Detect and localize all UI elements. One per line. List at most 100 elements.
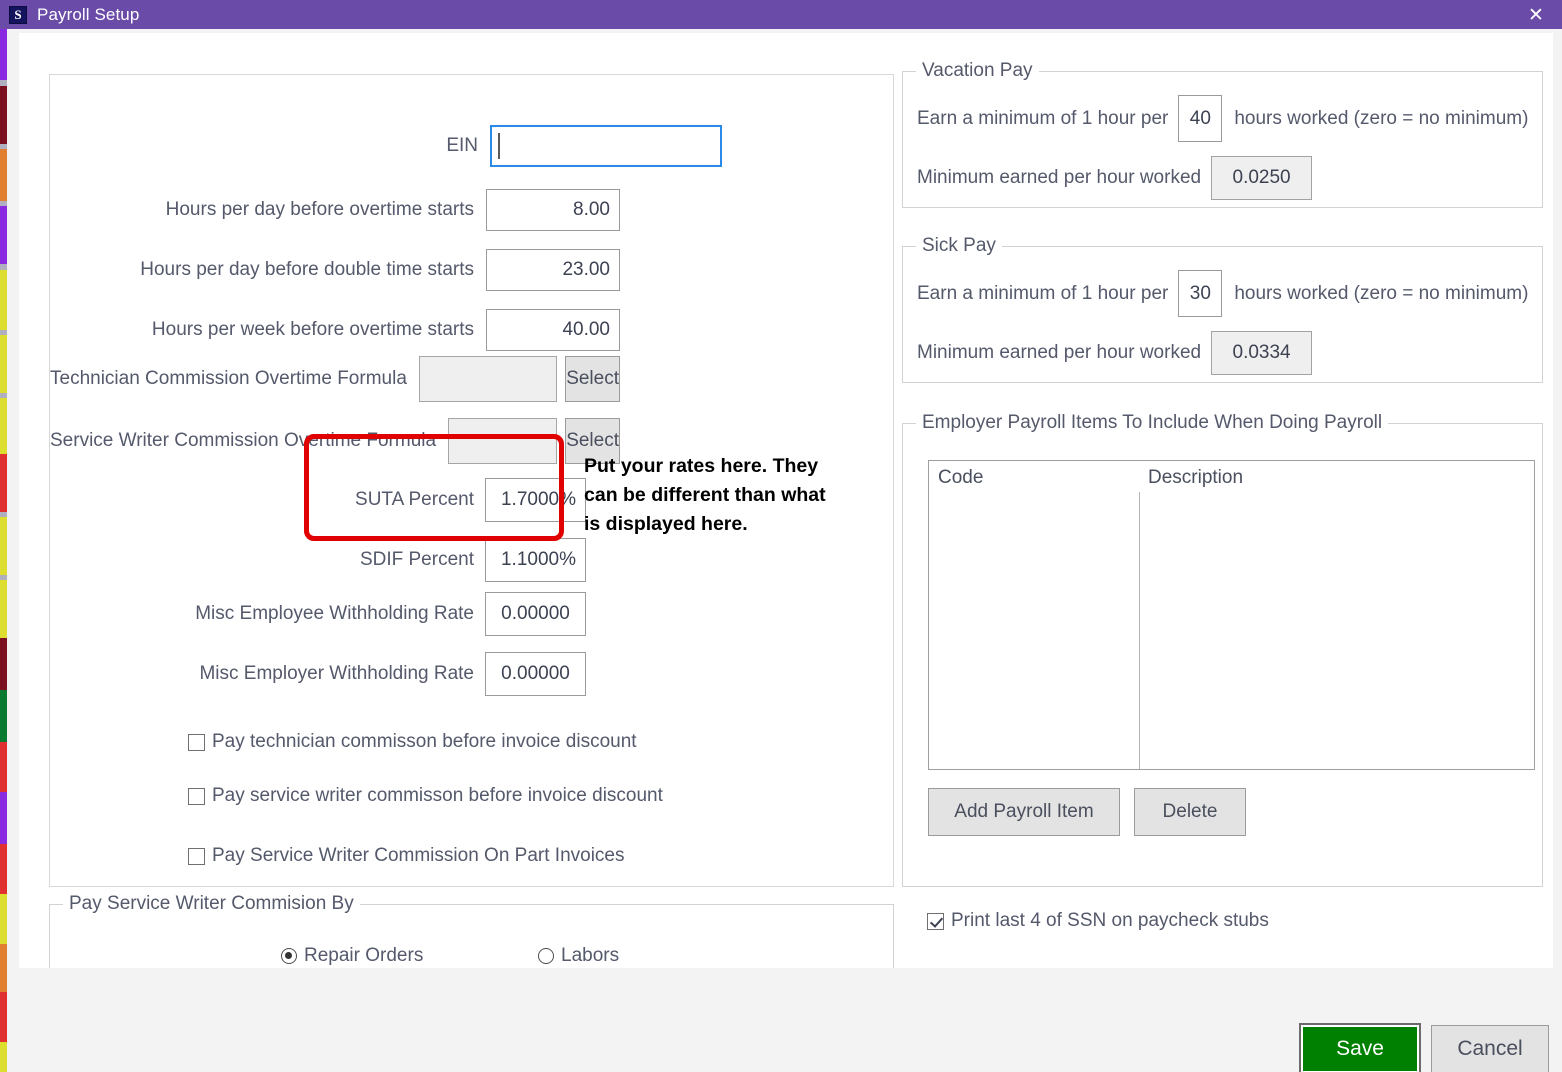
label-vacation-min-earned: Minimum earned per hour worked	[917, 167, 1202, 188]
cancel-button[interactable]: Cancel	[1431, 1025, 1549, 1072]
group-vacation-pay: Vacation Pay Earn a minimum of 1 hour pe…	[902, 60, 1543, 208]
checkbox-pay-service-writer-commission-before-discount[interactable]: Pay service writer commisson before invo…	[188, 785, 663, 807]
checkbox-icon	[188, 787, 205, 805]
edge-strip-segment-26	[0, 992, 7, 1042]
field-row-misc-employee-rate: Misc Employee Withholding Rate 0.00000	[50, 592, 586, 636]
label-technician-formula: Technician Commission Overtime Formula	[50, 368, 407, 389]
vacation-earn-suffix: hours worked (zero = no minimum)	[1234, 107, 1529, 129]
checkbox-label: Pay Service Writer Commission On Part In…	[212, 845, 625, 866]
edge-strip-segment-19	[0, 638, 7, 690]
label-ein: EIN	[446, 135, 478, 156]
sick-min-row: Minimum earned per hour worked 0.0334	[917, 331, 1313, 375]
label-service-writer-formula: Service Writer Commission Overtime Formu…	[50, 430, 437, 451]
annotation-line-2: can be different than what	[584, 484, 826, 506]
edge-strip-segment-9	[0, 270, 7, 330]
input-service-writer-formula[interactable]	[448, 418, 558, 464]
input-hours-day-overtime[interactable]: 8.00	[486, 189, 620, 231]
radio-repair-orders[interactable]: Repair Orders	[281, 945, 423, 967]
delete-payroll-item-button[interactable]: Delete	[1134, 788, 1246, 836]
main-panel: EIN Hours per day before overtime starts…	[19, 33, 1553, 996]
color-edge-strip	[0, 0, 7, 1072]
input-vacation-earn-hours[interactable]: 40	[1178, 95, 1223, 142]
close-icon[interactable]: ✕	[1510, 0, 1562, 29]
radio-label: Labors	[561, 945, 620, 966]
employer-items-header: Code Description	[929, 461, 1534, 495]
field-row-hours-week-overtime: Hours per week before overtime starts 40…	[50, 309, 620, 351]
employer-items-list[interactable]: Code Description	[928, 460, 1535, 770]
checkbox-pay-technician-commission-before-discount[interactable]: Pay technician commisson before invoice …	[188, 731, 637, 753]
edge-strip-segment-27	[0, 1042, 7, 1072]
add-payroll-item-button[interactable]: Add Payroll Item	[928, 788, 1120, 836]
edge-strip-segment-18	[0, 580, 7, 638]
footer-bar: Save Cancel	[19, 968, 1553, 1072]
annotation-text: Put your rates here. They can be differe…	[584, 452, 884, 539]
annotation-line-1: Put your rates here. They	[584, 455, 819, 477]
radio-icon	[538, 948, 554, 964]
label-misc-employer-rate: Misc Employer Withholding Rate	[199, 663, 474, 684]
field-row-technician-formula: Technician Commission Overtime Formula S…	[50, 356, 620, 402]
field-row-sdif-percent: SDIF Percent 1.1000%	[50, 538, 586, 582]
field-row-ein: EIN	[50, 125, 722, 167]
field-row-service-writer-formula: Service Writer Commission Overtime Formu…	[50, 418, 620, 464]
window-body: EIN Hours per day before overtime starts…	[7, 29, 1562, 1072]
label-sick-min-earned: Minimum earned per hour worked	[917, 342, 1202, 363]
save-button[interactable]: Save	[1299, 1023, 1421, 1072]
column-header-code: Code	[938, 467, 984, 488]
edge-strip-segment-25	[0, 944, 7, 992]
radio-labors[interactable]: Labors	[538, 945, 619, 967]
field-row-hours-day-overtime: Hours per day before overtime starts 8.0…	[50, 189, 620, 231]
column-header-description: Description	[1148, 467, 1244, 488]
label-hours-day-doubletime: Hours per day before double time starts	[140, 259, 474, 280]
title-bar: S Payroll Setup ✕	[0, 0, 1562, 29]
edge-strip-segment-23	[0, 844, 7, 894]
payroll-setup-window: S Payroll Setup ✕ EIN Hours per day befo…	[0, 0, 1562, 1072]
vacation-earn-prefix: Earn a minimum of 1 hour per	[917, 107, 1169, 129]
column-divider	[1139, 492, 1140, 769]
checkbox-icon	[188, 847, 205, 865]
edge-strip-segment-16	[0, 517, 7, 575]
checkbox-label: Pay service writer commisson before invo…	[212, 785, 663, 806]
input-technician-formula[interactable]	[418, 356, 558, 402]
edge-strip-segment-7	[0, 206, 7, 264]
edge-strip-segment-21	[0, 742, 7, 792]
edge-strip-segment-22	[0, 792, 7, 844]
radio-label: Repair Orders	[304, 945, 424, 966]
checkbox-label: Pay technician commisson before invoice …	[212, 731, 637, 752]
sick-earn-suffix: hours worked (zero = no minimum)	[1234, 282, 1529, 304]
radio-icon-selected	[281, 948, 297, 964]
vacation-min-row: Minimum earned per hour worked 0.0250	[917, 156, 1313, 200]
input-sdif-percent[interactable]: 1.1000%	[485, 538, 586, 582]
edge-strip-segment-5	[0, 149, 7, 201]
input-sick-min-earned[interactable]: 0.0334	[1211, 331, 1313, 375]
checkbox-pay-service-writer-commission-part-invoices[interactable]: Pay Service Writer Commission On Part In…	[188, 845, 625, 867]
group-title-sick-pay: Sick Pay	[916, 235, 1002, 257]
input-misc-employer-rate[interactable]: 0.00000	[485, 652, 586, 696]
input-misc-employee-rate[interactable]: 0.00000	[485, 592, 586, 636]
window-title: Payroll Setup	[37, 4, 140, 24]
group-title-employer-items: Employer Payroll Items To Include When D…	[916, 412, 1389, 434]
label-hours-day-overtime: Hours per day before overtime starts	[165, 199, 474, 220]
field-row-misc-employer-rate: Misc Employer Withholding Rate 0.00000	[50, 652, 586, 696]
field-row-hours-day-doubletime: Hours per day before double time starts …	[50, 249, 620, 291]
input-hours-day-doubletime[interactable]: 23.00	[486, 249, 620, 291]
group-title-commission-by: Pay Service Writer Commision By	[63, 893, 360, 915]
input-sick-earn-hours[interactable]: 30	[1178, 270, 1223, 317]
input-ein[interactable]	[490, 125, 722, 167]
input-hours-week-overtime[interactable]: 40.00	[486, 309, 620, 351]
label-hours-week-overtime: Hours per week before overtime starts	[151, 319, 474, 340]
edge-strip-segment-24	[0, 894, 7, 944]
edge-strip-segment-14	[0, 454, 7, 512]
checkbox-icon-checked	[927, 912, 944, 930]
input-suta-percent[interactable]: 1.7000%	[485, 478, 586, 522]
annotation-line-3: is displayed here.	[584, 513, 748, 535]
text-caret	[498, 133, 500, 159]
label-sdif-percent: SDIF Percent	[359, 549, 474, 570]
edge-strip-segment-11	[0, 335, 7, 393]
select-technician-formula-button[interactable]: Select	[565, 356, 620, 402]
group-sick-pay: Sick Pay Earn a minimum of 1 hour per 30…	[902, 235, 1543, 383]
input-vacation-min-earned[interactable]: 0.0250	[1211, 156, 1313, 200]
checkbox-print-last4-ssn[interactable]: Print last 4 of SSN on paycheck stubs	[927, 910, 1269, 932]
group-employer-payroll-items: Employer Payroll Items To Include When D…	[902, 412, 1543, 887]
app-logo-icon: S	[9, 5, 27, 24]
edge-strip-segment-13	[0, 398, 7, 454]
